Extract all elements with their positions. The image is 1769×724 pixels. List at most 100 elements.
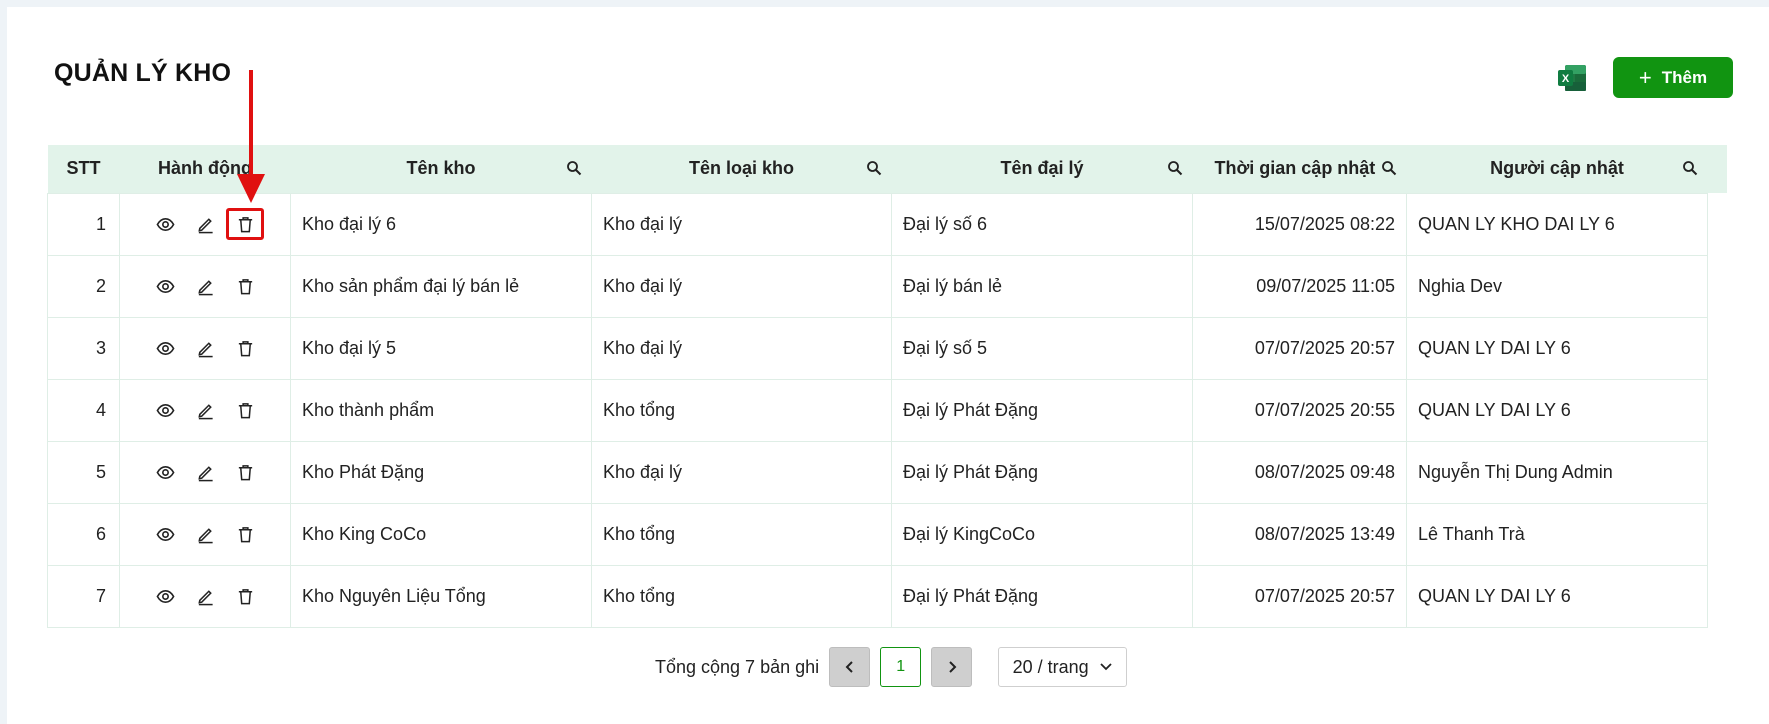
cell-stt: 5 bbox=[47, 440, 120, 504]
delete-button[interactable] bbox=[226, 208, 264, 240]
chevron-left-icon bbox=[845, 661, 853, 673]
table-row: 1 Kho đại lý 6 Kho đại lý Đại lý số 6 15/07/… bbox=[47, 192, 1708, 256]
delete-button[interactable] bbox=[234, 461, 256, 483]
table-row: 4 Kho thành phẩm Kho tổng Đại lý Phát Đặng 0… bbox=[47, 378, 1708, 442]
eye-icon bbox=[156, 589, 174, 603]
table-header-extension bbox=[1707, 145, 1727, 193]
prev-page-button[interactable] bbox=[829, 647, 871, 687]
cell-stt: 7 bbox=[47, 564, 120, 628]
delete-button[interactable] bbox=[234, 399, 256, 421]
edit-button[interactable] bbox=[194, 523, 216, 545]
edit-button[interactable] bbox=[194, 275, 216, 297]
eye-icon bbox=[156, 341, 174, 355]
delete-button[interactable] bbox=[234, 523, 256, 545]
edit-button[interactable] bbox=[194, 337, 216, 359]
column-header-ten-loai-kho: Tên loại kho bbox=[591, 145, 892, 193]
table-row: 6 Kho King CoCo Kho tổng Đại lý KingCoCo 08/… bbox=[47, 502, 1708, 566]
cell-dai-ly: Đại lý bán lẻ bbox=[891, 254, 1193, 318]
warehouse-table: STT Hành động Tên kho Tên loại kho Tên đ… bbox=[47, 145, 1708, 628]
view-button[interactable] bbox=[154, 275, 176, 297]
pencil-icon bbox=[197, 465, 213, 481]
trash-icon bbox=[238, 216, 252, 232]
cell-thoi-gian: 07/07/2025 20:57 bbox=[1192, 564, 1407, 628]
add-button[interactable]: + Thêm bbox=[1613, 57, 1733, 98]
edit-button[interactable] bbox=[194, 399, 216, 421]
edit-button[interactable] bbox=[194, 461, 216, 483]
cell-dai-ly: Đại lý Phát Đặng bbox=[891, 564, 1193, 628]
view-button[interactable] bbox=[154, 399, 176, 421]
chevron-down-icon bbox=[1100, 663, 1112, 671]
delete-button[interactable] bbox=[234, 275, 256, 297]
cell-actions bbox=[119, 378, 291, 442]
column-header-stt: STT bbox=[47, 145, 120, 193]
cell-thoi-gian: 07/07/2025 20:55 bbox=[1192, 378, 1407, 442]
next-page-button[interactable] bbox=[931, 647, 973, 687]
search-icon[interactable] bbox=[1682, 160, 1698, 176]
pencil-icon bbox=[197, 279, 213, 295]
page-size-value: 20 / trang bbox=[1012, 656, 1089, 677]
cell-loai-kho: Kho đại lý bbox=[591, 192, 892, 256]
cell-dai-ly: Đại lý Phát Đặng bbox=[891, 378, 1193, 442]
cell-loai-kho: Kho đại lý bbox=[591, 254, 892, 318]
pencil-icon bbox=[197, 527, 213, 543]
eye-icon bbox=[156, 527, 174, 541]
cell-ten-kho: Kho sản phẩm đại lý bán lẻ bbox=[290, 254, 592, 318]
delete-button[interactable] bbox=[234, 337, 256, 359]
search-icon[interactable] bbox=[1381, 160, 1397, 176]
page-1-button[interactable]: 1 bbox=[880, 647, 922, 687]
cell-actions bbox=[119, 502, 291, 566]
cell-thoi-gian: 08/07/2025 13:49 bbox=[1192, 502, 1407, 566]
cell-ten-kho: Kho Phát Đặng bbox=[290, 440, 592, 504]
delete-button[interactable] bbox=[234, 585, 256, 607]
view-button[interactable] bbox=[154, 213, 176, 235]
cell-dai-ly: Đại lý Phát Đặng bbox=[891, 440, 1193, 504]
edit-button[interactable] bbox=[194, 585, 216, 607]
column-header-ten-kho: Tên kho bbox=[290, 145, 592, 193]
cell-dai-ly: Đại lý KingCoCo bbox=[891, 502, 1193, 566]
cell-loai-kho: Kho tổng bbox=[591, 564, 892, 628]
search-icon[interactable] bbox=[566, 160, 582, 176]
pencil-icon bbox=[197, 589, 213, 605]
cell-ten-kho: Kho đại lý 5 bbox=[290, 316, 592, 380]
cell-actions bbox=[119, 440, 291, 504]
view-button[interactable] bbox=[154, 523, 176, 545]
excel-icon: X bbox=[1558, 65, 1586, 91]
cell-loai-kho: Kho đại lý bbox=[591, 440, 892, 504]
table-row: 7 Kho Nguyên Liệu Tổng Kho tổng Đại lý Phát… bbox=[47, 564, 1708, 628]
cell-actions bbox=[119, 254, 291, 318]
cell-actions bbox=[119, 564, 291, 628]
cell-stt: 1 bbox=[47, 192, 120, 256]
export-excel-button[interactable]: X bbox=[1556, 63, 1588, 93]
page-title: QUẢN LÝ KHO bbox=[54, 59, 232, 87]
trash-icon bbox=[238, 402, 252, 418]
cell-nguoi-cap-nhat: Nguyễn Thị Dung Admin bbox=[1406, 440, 1708, 504]
view-button[interactable] bbox=[154, 585, 176, 607]
page-size-select[interactable]: 20 / trang bbox=[998, 647, 1128, 687]
table-row: 2 Kho sản phẩm đại lý bán lẻ Kho đại lý Đại… bbox=[47, 254, 1708, 318]
search-icon[interactable] bbox=[866, 160, 882, 176]
cell-nguoi-cap-nhat: Nghia Dev bbox=[1406, 254, 1708, 318]
pencil-icon bbox=[197, 341, 213, 357]
edit-button[interactable] bbox=[194, 213, 216, 235]
cell-actions bbox=[119, 192, 291, 256]
cell-nguoi-cap-nhat: QUAN LY DAI LY 6 bbox=[1406, 316, 1708, 380]
pencil-icon bbox=[197, 217, 213, 233]
cell-loai-kho: Kho tổng bbox=[591, 502, 892, 566]
trash-icon bbox=[238, 526, 252, 542]
cell-nguoi-cap-nhat: QUAN LY DAI LY 6 bbox=[1406, 378, 1708, 442]
cell-stt: 3 bbox=[47, 316, 120, 380]
search-icon[interactable] bbox=[1167, 160, 1183, 176]
pencil-icon bbox=[197, 403, 213, 419]
cell-stt: 6 bbox=[47, 502, 120, 566]
cell-ten-kho: Kho đại lý 6 bbox=[290, 192, 592, 256]
trash-icon bbox=[238, 340, 252, 356]
cell-actions bbox=[119, 316, 291, 380]
cell-nguoi-cap-nhat: QUAN LY KHO DAI LY 6 bbox=[1406, 192, 1708, 256]
view-button[interactable] bbox=[154, 337, 176, 359]
warehouse-table-container: STT Hành động Tên kho Tên loại kho Tên đ… bbox=[47, 145, 1727, 628]
eye-icon bbox=[156, 217, 174, 231]
trash-icon bbox=[238, 278, 252, 294]
cell-stt: 4 bbox=[47, 378, 120, 442]
add-button-label: Thêm bbox=[1661, 67, 1708, 87]
view-button[interactable] bbox=[154, 461, 176, 483]
